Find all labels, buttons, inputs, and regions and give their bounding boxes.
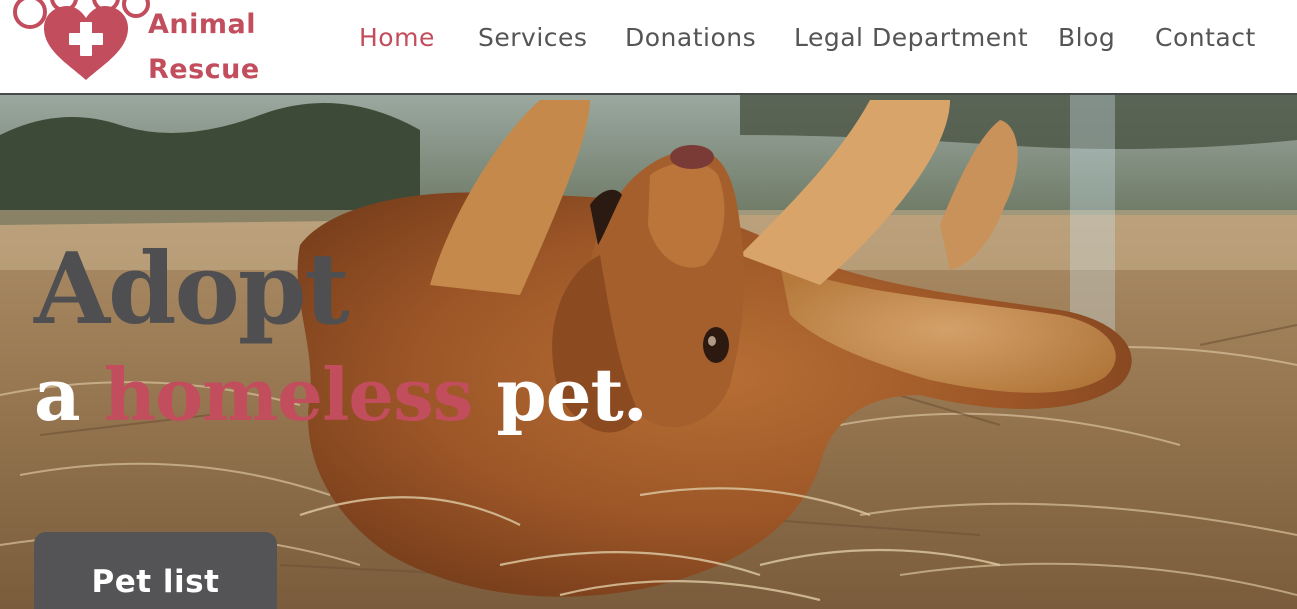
nav-home[interactable]: Home xyxy=(359,20,435,56)
site-header: Animal Rescue Home Services Donations Le… xyxy=(0,0,1297,93)
hero-headline-adopt: Adopt xyxy=(34,232,350,347)
nav-legal-department[interactable]: Legal Department xyxy=(794,20,1028,56)
nav-donations[interactable]: Donations xyxy=(625,20,756,56)
hero-headline-post: pet. xyxy=(472,352,647,437)
brand-line-2: Rescue xyxy=(148,54,260,85)
hero-headline-subline: a homeless pet. xyxy=(34,352,648,437)
hero-headline-pre: a xyxy=(34,352,104,437)
nav-services[interactable]: Services xyxy=(478,20,587,56)
nav-blog[interactable]: Blog xyxy=(1058,20,1115,56)
nav-contact[interactable]: Contact xyxy=(1155,20,1256,56)
main-nav: Home Services Donations Legal Department… xyxy=(0,20,1297,56)
hero-headline-accent: homeless xyxy=(103,352,474,437)
hero-banner: Adopt a homeless pet. Pet list xyxy=(0,95,1297,609)
pet-list-button[interactable]: Pet list xyxy=(34,532,277,609)
